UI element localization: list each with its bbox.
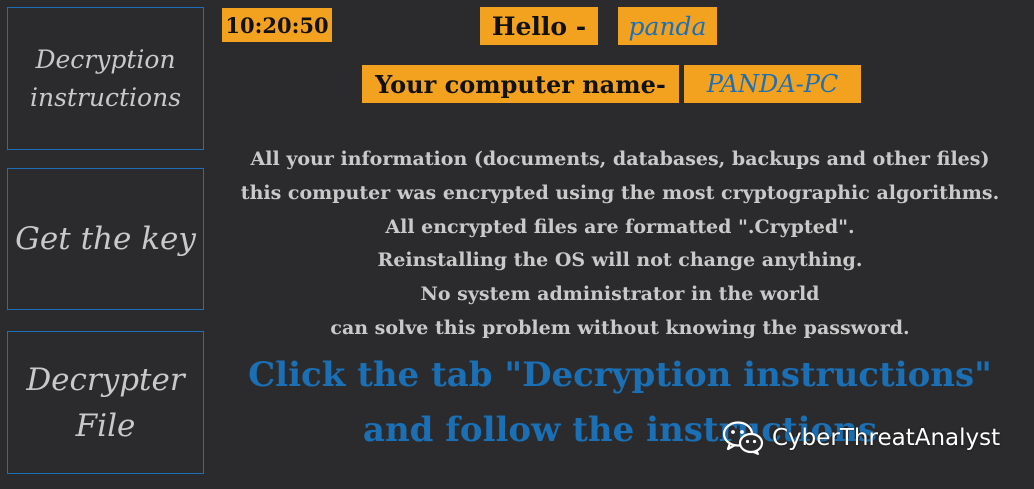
message-line: All your information (documents, databas… [250,148,990,170]
message-line: can solve this problem without knowing t… [330,316,910,339]
hello-label: Hello - [480,7,598,45]
decrypter-file-tab[interactable]: Decrypter File [7,331,204,474]
get-the-key-label: Get the key [15,221,196,257]
get-the-key-tab[interactable]: Get the key [7,168,204,310]
message-line: No system administrator in the world [420,283,820,306]
decrypter-file-label: Decrypter File [26,361,185,444]
decryption-instructions-label: Decryption instructions [29,44,182,112]
message-line: All encrypted files are formatted ".Cryp… [385,215,855,238]
countdown-timer: 10:20:50 [222,8,332,42]
decryption-instructions-tab[interactable]: Decryption instructions [7,7,204,150]
watermark-text: CyberThreatAnalyst [772,425,1001,451]
ransom-message: All your information (documents, databas… [210,143,1030,346]
cta-line: Click the tab "Decryption instructions" [248,355,992,395]
computer-name: PANDA-PC [684,65,861,103]
wechat-icon [722,421,764,455]
message-line: Reinstalling the OS will not change anyt… [377,249,863,272]
message-line: this computer was encrypted using the mo… [240,181,1000,204]
user-name: panda [618,7,717,45]
computer-name-label: Your computer name- [362,65,679,103]
watermark: CyberThreatAnalyst [722,420,1000,456]
